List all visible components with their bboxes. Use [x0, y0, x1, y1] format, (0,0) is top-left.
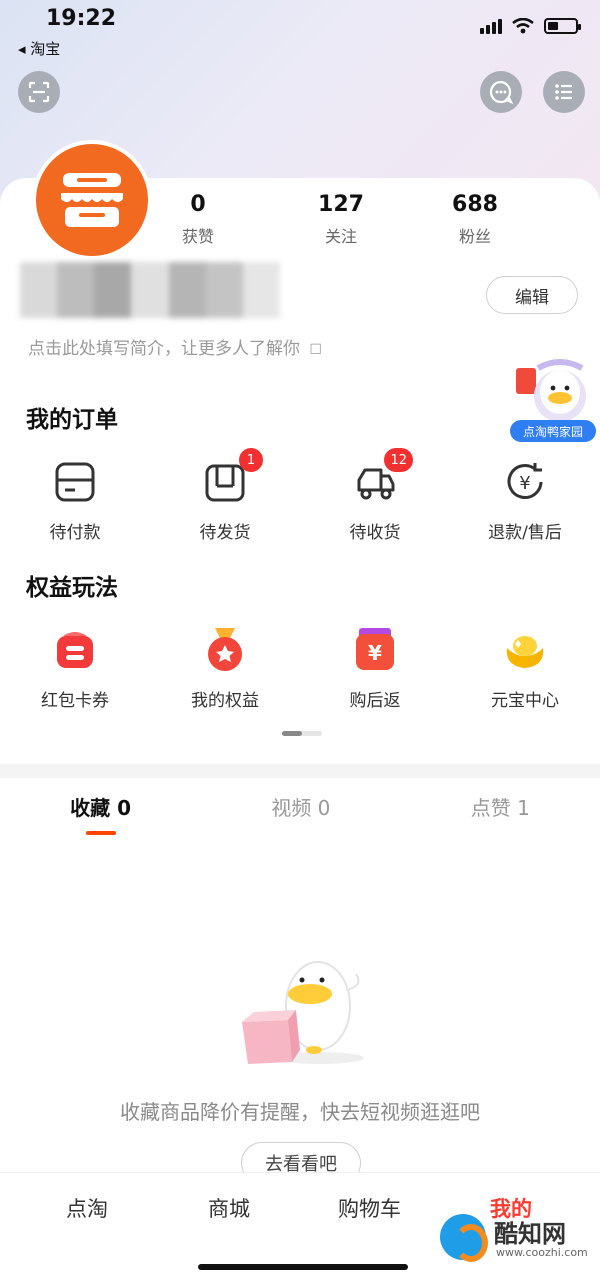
red-packet-icon: [57, 632, 93, 668]
order-pending-receipt[interactable]: 12 待收货: [300, 448, 450, 543]
refund-icon: ¥: [507, 463, 543, 499]
benefit-cashback[interactable]: ¥ 购后返: [300, 626, 450, 711]
orders-title: 我的订单: [26, 407, 118, 433]
benefit-label: 我的权益: [191, 691, 259, 711]
benefit-label: 元宝中心: [491, 691, 559, 711]
nav-cart[interactable]: 购物车: [338, 1193, 401, 1223]
bio-text: 点击此处填写简介，让更多人了解你: [28, 339, 300, 359]
stat-label: 关注: [324, 227, 357, 246]
benefits-title: 权益玩法: [26, 575, 118, 601]
order-label: 待收货: [349, 523, 401, 543]
pending-receipt-badge: 12: [384, 448, 413, 472]
cashback-icon: ¥: [356, 628, 394, 670]
svg-text:¥: ¥: [368, 641, 382, 665]
ingot-icon: [506, 636, 544, 668]
empty-state-duck-illustration: [242, 961, 364, 1064]
empty-state-message: 收藏商品降价有提醒，快去短视频逛逛吧: [120, 1100, 480, 1124]
order-refund[interactable]: ¥ 退款/售后: [450, 458, 600, 543]
watermark-logo-icon: [440, 1214, 488, 1262]
stat-following[interactable]: 127 关注: [291, 192, 391, 247]
duck-mascot-icon: [516, 359, 586, 422]
tab-videos[interactable]: 视频 0: [271, 792, 330, 831]
stat-followers[interactable]: 688 粉丝: [425, 192, 525, 247]
benefits-row: 红包卡券 我的权益 ¥ 购后返 元宝中心: [0, 626, 600, 711]
order-label: 待发货: [199, 523, 251, 543]
scan-button[interactable]: [18, 71, 60, 113]
duck-home-label: 点淘鸭家园: [510, 420, 596, 442]
order-pending-payment[interactable]: 待付款: [0, 458, 150, 543]
stat-label: 获赞: [181, 227, 214, 246]
wifi-icon: [512, 18, 534, 34]
username-blurred: [20, 262, 280, 318]
benefit-label: 红包卡券: [41, 691, 109, 711]
svg-text:¥: ¥: [519, 473, 530, 494]
stat-value: 688: [452, 192, 498, 217]
stat-label: 粉丝: [458, 227, 491, 246]
stat-likes-received[interactable]: 0 获赞: [148, 192, 248, 247]
avatar[interactable]: [32, 140, 152, 260]
menu-button[interactable]: [543, 71, 585, 113]
medal-icon: [208, 628, 242, 671]
status-bar: 19:22 ◂ 淘宝: [0, 0, 600, 60]
duck-home-entry[interactable]: 点淘鸭家园: [510, 358, 596, 442]
content-tabs: 收藏 0 视频 0 点赞 1: [0, 792, 600, 835]
edit-icon: ☐: [309, 342, 322, 358]
watermark-url: www.coozhi.com: [496, 1246, 588, 1259]
page-indicator: [282, 731, 322, 736]
nav-mall[interactable]: 商城: [208, 1193, 250, 1223]
benefit-label: 购后返: [349, 691, 401, 711]
bio-placeholder[interactable]: 点击此处填写简介，让更多人了解你 ☐: [28, 334, 322, 359]
benefit-red-packets[interactable]: 红包卡券: [0, 626, 150, 711]
stat-value: 0: [190, 192, 206, 217]
watermark-title: 酷知网: [494, 1220, 566, 1248]
back-to-app-link[interactable]: ◂ 淘宝: [18, 38, 60, 59]
order-label: 待付款: [49, 523, 101, 543]
battery-icon: [544, 18, 581, 34]
order-pending-shipment[interactable]: 1 待发货: [150, 448, 300, 543]
chat-icon: [489, 80, 514, 105]
signal-icon: [480, 18, 502, 34]
messages-button[interactable]: [480, 71, 522, 113]
nav-diantao[interactable]: 点淘: [66, 1193, 108, 1223]
scan-icon: [28, 81, 50, 103]
benefit-my-rights[interactable]: 我的权益: [150, 626, 300, 711]
status-icons: [480, 18, 581, 34]
tab-favorites[interactable]: 收藏 0: [70, 792, 131, 835]
benefit-ingot-center[interactable]: 元宝中心: [450, 626, 600, 711]
store-icon: [61, 173, 123, 227]
orders-row: 待付款 1 待发货 12 待收货 ¥ 退款/售后: [0, 448, 600, 543]
status-time: 19:22: [46, 6, 117, 31]
order-label: 退款/售后: [488, 523, 562, 543]
pending-shipment-badge: 1: [239, 448, 263, 472]
home-indicator: [198, 1264, 408, 1270]
list-icon: [555, 84, 572, 100]
tab-likes[interactable]: 点赞 1: [471, 792, 530, 831]
stat-value: 127: [318, 192, 364, 217]
edit-profile-button[interactable]: 编辑: [486, 276, 578, 314]
site-watermark: 酷知网 www.coozhi.com: [440, 1210, 600, 1270]
wallet-icon: [55, 462, 95, 502]
section-divider: [0, 764, 600, 778]
